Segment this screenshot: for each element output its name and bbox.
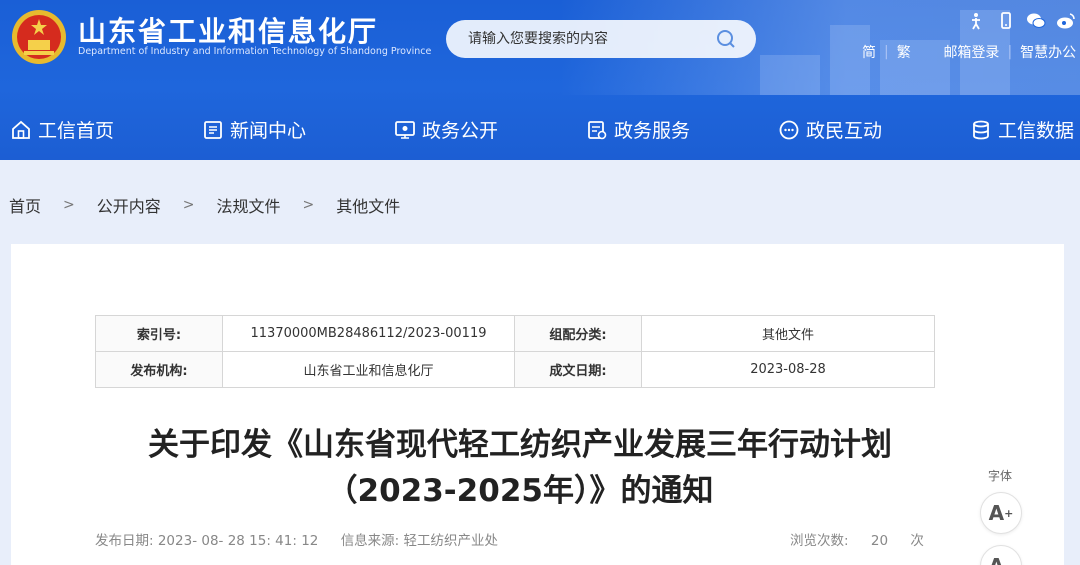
nav-item-news[interactable]: 新闻中心: [202, 116, 306, 143]
date-label: 成文日期:: [514, 351, 642, 388]
breadcrumb: 首页 > 公开内容 > 法规文件 > 其他文件: [9, 193, 400, 217]
separator: |: [884, 44, 889, 60]
article-title: 关于印发《山东省现代轻工纺织产业发展三年行动计划 （2023-2025年）》的通…: [60, 422, 980, 514]
nav-label: 工信数据: [998, 120, 1075, 142]
separator: |: [1007, 44, 1013, 60]
site-subtitle: Department of Industry and Information T…: [78, 46, 432, 57]
database-icon: [973, 120, 989, 139]
nav-item-data[interactable]: 工信数据: [970, 116, 1074, 143]
quick-icons: [966, 12, 1076, 30]
breadcrumb-separator: >: [302, 197, 315, 213]
view-count: 浏览次数: 20 次: [790, 529, 942, 549]
nav-label: 工信首页: [38, 120, 115, 142]
breadcrumb-public-content[interactable]: 公开内容: [97, 193, 161, 217]
minus-icon: −: [1004, 560, 1013, 565]
info-source: 信息来源: 轻工纺织产业处: [340, 533, 499, 549]
breadcrumb-regulations[interactable]: 法规文件: [217, 193, 281, 217]
table-row: 发布机构: 山东省工业和信息化厅 成文日期: 2023-08-28: [95, 351, 935, 388]
category-label: 组配分类:: [514, 315, 642, 352]
publisher-label: 发布机构:: [95, 351, 223, 388]
article-title-line: （2023-2025年）》的通知: [326, 473, 714, 509]
views-number: 20: [870, 533, 889, 549]
views-label: 浏览次数:: [790, 533, 849, 549]
index-value: 11370000MB28486112/2023-00119: [222, 315, 515, 352]
document-meta-table: 索引号: 11370000MB28486112/2023-00119 组配分类:…: [95, 315, 935, 388]
article-title-line: 关于印发《山东省现代轻工纺织产业发展三年行动计划: [148, 427, 892, 463]
breadcrumb-separator: >: [182, 197, 195, 213]
site-header: 山东省工业和信息化厅 Department of Industry and In…: [0, 0, 1080, 160]
wechat-icon[interactable]: [1026, 12, 1046, 30]
font-size-label: 字体: [988, 469, 1013, 483]
publish-date: 发布日期: 2023- 08- 28 15: 41: 12: [95, 533, 319, 549]
font-increase-button[interactable]: A +: [980, 492, 1022, 534]
breadcrumb-home[interactable]: 首页: [9, 193, 41, 217]
publisher-value: 山东省工业和信息化厅: [222, 351, 515, 388]
simplified-chinese-link[interactable]: 简: [862, 42, 876, 62]
views-unit: 次: [910, 533, 924, 549]
font-decrease-glyph: A: [989, 554, 1004, 565]
utility-links: 简 | 繁 | 邮箱登录 | 智慧办公: [862, 42, 1076, 62]
nav-label: 政民互动: [806, 120, 883, 142]
mobile-icon[interactable]: [996, 12, 1016, 30]
breadcrumb-separator: >: [63, 197, 75, 213]
national-emblem-icon[interactable]: [10, 8, 68, 66]
weibo-icon[interactable]: [1056, 12, 1076, 30]
font-increase-glyph: A: [988, 501, 1005, 525]
monitor-icon: [395, 120, 415, 139]
publish-info: 发布日期: 2023- 08- 28 15: 41: 12 信息来源: 轻工纺织…: [95, 529, 516, 549]
nav-item-home[interactable]: 工信首页: [10, 116, 114, 143]
home-icon: [12, 120, 30, 139]
document-icon: [204, 120, 222, 139]
nav-label: 新闻中心: [230, 120, 307, 142]
nav-item-services[interactable]: 政务服务: [586, 116, 690, 143]
plus-icon: +: [1004, 506, 1014, 520]
search-input[interactable]: [468, 31, 708, 47]
search-box: [446, 20, 756, 58]
site-title[interactable]: 山东省工业和信息化厅: [78, 10, 378, 50]
nav-item-government-affairs[interactable]: 政务公开: [394, 116, 498, 143]
accessibility-icon[interactable]: [966, 12, 986, 30]
nav-label: 政务服务: [614, 120, 691, 142]
breadcrumb-other-files[interactable]: 其他文件: [336, 193, 400, 217]
index-label: 索引号:: [95, 315, 223, 352]
chat-icon: [779, 120, 799, 139]
nav-item-interaction[interactable]: 政民互动: [778, 116, 882, 143]
category-value: 其他文件: [641, 315, 935, 352]
main-nav: 工信首页 新闻中心 政务公开 政务服务 政民互动 工信数据: [0, 100, 1080, 158]
article-panel: [11, 244, 1064, 565]
nav-label: 政务公开: [422, 120, 499, 142]
header-building: [760, 55, 820, 95]
table-row: 索引号: 11370000MB28486112/2023-00119 组配分类:…: [95, 315, 935, 352]
smart-office-link[interactable]: 智慧办公: [1020, 42, 1076, 62]
search-icon[interactable]: [716, 29, 736, 49]
date-value: 2023-08-28: [641, 351, 935, 388]
mailbox-login-link[interactable]: 邮箱登录: [943, 42, 999, 62]
traditional-chinese-link[interactable]: 繁: [897, 42, 911, 62]
service-form-icon: [588, 120, 607, 139]
